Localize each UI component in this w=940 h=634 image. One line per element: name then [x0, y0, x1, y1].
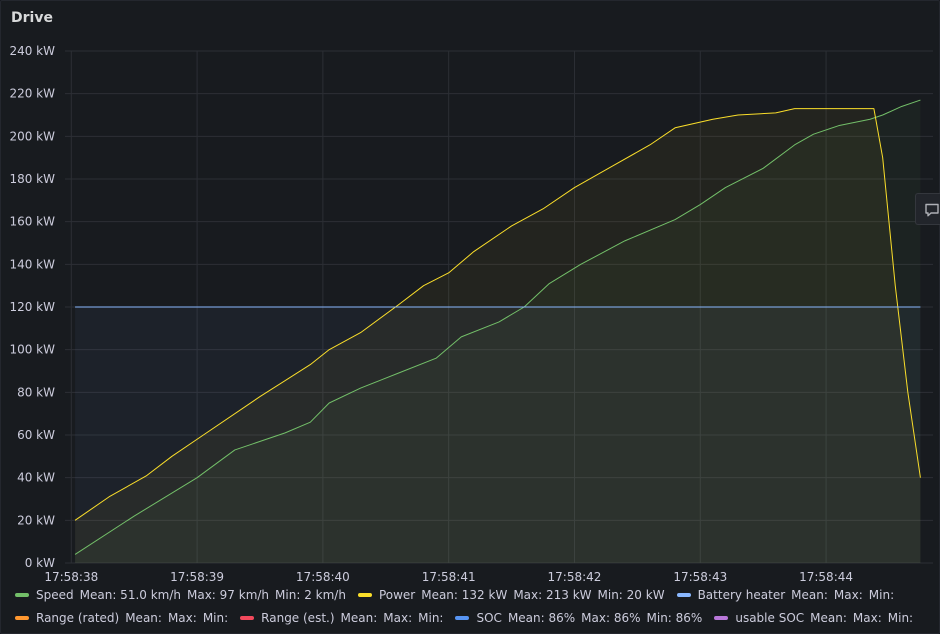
x-tick-label: 17:58:42 [548, 570, 602, 581]
comment-button[interactable] [915, 193, 940, 225]
series-fill-battery-heater [75, 307, 921, 563]
time-series-chart[interactable]: 0 kW 20 kW 40 kW 60 kW 80 kW 100 kW 120 kW 140 … [1, 1, 940, 581]
x-tick-label: 17:58:43 [673, 570, 727, 581]
legend-stat: Min: [202, 611, 229, 625]
legend-stat: Mean: [340, 611, 378, 625]
y-tick-label: 220 kW [9, 87, 55, 101]
legend-row: Speed Mean: 51.0 km/h Max: 97 km/h Min: 2 k… [15, 588, 935, 611]
legend-stat: Mean: [791, 588, 828, 602]
legend-stat: Min: 20 kW [597, 588, 665, 602]
legend-stat: Mean: 86% [507, 611, 576, 625]
y-tick-label: 120 kW [9, 300, 55, 314]
legend-swatch [15, 592, 29, 597]
legend-series-name: Battery heater [697, 588, 786, 602]
comment-icon [925, 203, 939, 217]
chart-legend: Speed Mean: 51.0 km/h Max: 97 km/h Min: 2 k… [15, 588, 935, 634]
y-tick-label: 80 kW [17, 385, 55, 399]
legend-item[interactable]: Range (rated) Mean: Max: Min: [15, 611, 234, 625]
legend-stat: Max: [833, 588, 863, 602]
legend-item[interactable]: usable SOC Mean: Max: Min: [714, 611, 919, 625]
legend-stat: Mean: [810, 611, 847, 625]
x-tick-label: 17:58:38 [44, 570, 98, 581]
y-tick-label: 100 kW [9, 343, 55, 357]
y-tick-label: 0 kW [25, 556, 55, 570]
legend-series-name: Range (est.) [261, 611, 335, 625]
legend-stat: Max: 86% [581, 611, 641, 625]
legend-item[interactable]: SOC Mean: 86% Max: 86% Min: 86% [455, 611, 708, 625]
y-tick-label: 40 kW [17, 471, 55, 485]
legend-row: Range (rated) Mean: Max: Min: Range (est.) Me… [15, 611, 935, 634]
y-axis: 0 kW 20 kW 40 kW 60 kW 80 kW 100 kW 120 kW 140 … [9, 44, 55, 570]
legend-stat: Min: 2 km/h [275, 588, 346, 602]
legend-stat: Min: [887, 611, 914, 625]
legend-stat: Min: [868, 588, 895, 602]
legend-item[interactable]: Battery heater Mean: Max: Min: [676, 588, 901, 602]
x-tick-label: 17:58:44 [799, 570, 853, 581]
x-tick-label: 17:58:40 [296, 570, 350, 581]
legend-series-name: Range (rated) [36, 611, 120, 625]
legend-stat: Min: [418, 611, 444, 625]
x-axis: 17:58:38 17:58:39 17:58:40 17:58:41 17:58:42… [44, 570, 853, 581]
legend-stat: Mean: 132 kW [421, 588, 508, 602]
legend-series-name: usable SOC [735, 611, 805, 625]
legend-swatch [455, 615, 470, 620]
legend-swatch [714, 615, 729, 620]
series-fills [75, 100, 921, 564]
legend-swatch [240, 615, 255, 620]
y-tick-label: 240 kW [9, 44, 55, 58]
legend-stat: Max: 213 kW [513, 588, 592, 602]
legend-stat: Max: [852, 611, 882, 625]
legend-stat: Max: [167, 611, 197, 625]
y-tick-label: 180 kW [9, 172, 55, 186]
legend-item[interactable]: Speed Mean: 51.0 km/h Max: 97 km/h Min: 2 k… [15, 588, 352, 602]
y-tick-label: 20 kW [17, 513, 55, 527]
drive-panel: Drive 0 kW 20 kW 40 kW 60 kW 80 kW 100 kW 120 … [0, 0, 940, 634]
legend-stat: Max: 97 km/h [187, 588, 270, 602]
legend-stat: Max: [383, 611, 413, 625]
legend-swatch [676, 592, 691, 597]
y-tick-label: 140 kW [9, 257, 55, 271]
legend-series-name: Speed [36, 588, 74, 602]
y-tick-label: 60 kW [17, 428, 55, 442]
legend-stat: Min: 86% [646, 611, 703, 625]
legend-item[interactable]: Power Mean: 132 kW Max: 213 kW Min: 20 kW [357, 588, 671, 602]
legend-item[interactable]: Range (est.) Mean: Max: Min: [240, 611, 449, 625]
legend-series-name: Power [378, 588, 416, 602]
legend-swatch [357, 592, 372, 597]
legend-series-name: SOC [476, 611, 502, 625]
legend-swatch [15, 615, 29, 620]
legend-stat: Mean: 51.0 km/h [79, 588, 181, 602]
y-tick-label: 200 kW [9, 129, 55, 143]
x-tick-label: 17:58:41 [422, 570, 476, 581]
legend-stat: Mean: [125, 611, 162, 625]
y-tick-label: 160 kW [9, 215, 55, 229]
x-tick-label: 17:58:39 [170, 570, 224, 581]
